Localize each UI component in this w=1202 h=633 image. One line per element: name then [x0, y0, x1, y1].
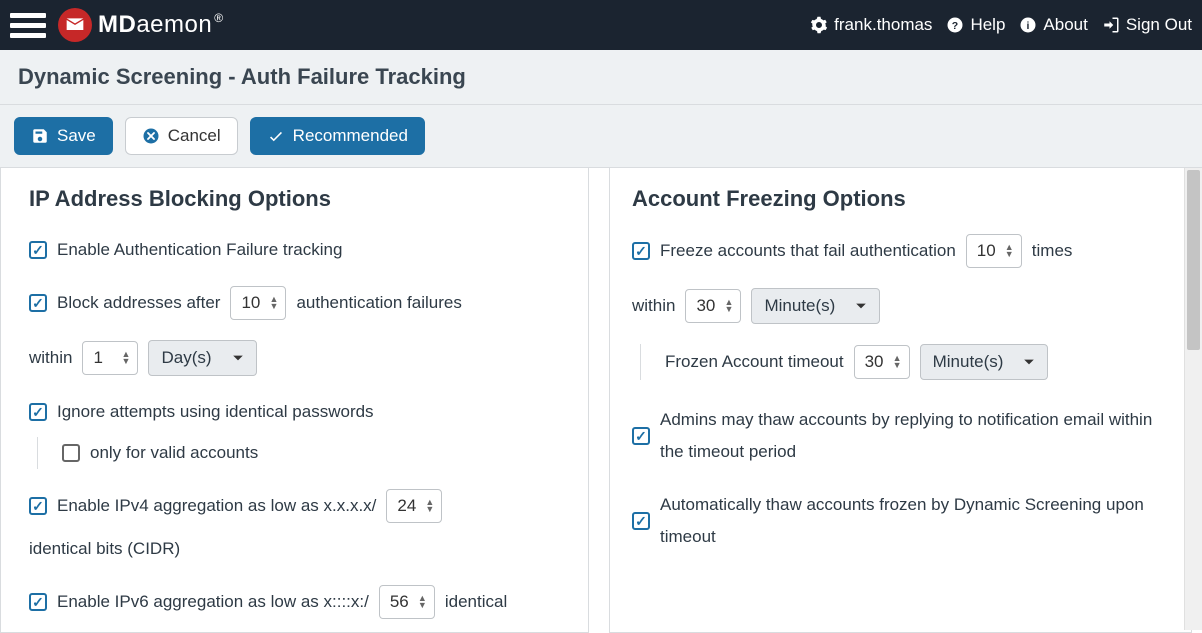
account-freezing-panel: Account Freezing Options Freeze accounts… [609, 168, 1192, 633]
page-title: Dynamic Screening - Auth Failure Trackin… [0, 50, 1202, 105]
ipv4-bits-input[interactable]: 24 ▲▼ [386, 489, 442, 523]
freeze-within-input[interactable]: 30 ▲▼ [685, 289, 741, 323]
freeze-within-unit-select[interactable]: Minute(s) [751, 288, 880, 324]
help-link[interactable]: ? Help [946, 15, 1005, 35]
signout-link[interactable]: Sign Out [1102, 15, 1192, 35]
within-unit-select[interactable]: Day(s) [148, 340, 256, 376]
ignore-identical-checkbox[interactable] [29, 403, 47, 421]
ipv4-agg-checkbox[interactable] [29, 497, 47, 515]
about-link[interactable]: i About [1019, 15, 1087, 35]
enable-tracking-checkbox[interactable] [29, 241, 47, 259]
enable-tracking-label: Enable Authentication Failure tracking [57, 234, 342, 266]
ipv6-bits-input[interactable]: 56 ▲▼ [379, 585, 435, 619]
cancel-icon [142, 127, 160, 145]
ipv6-agg-checkbox[interactable] [29, 593, 47, 611]
toolbar: Save Cancel Recommended [0, 105, 1202, 168]
menu-icon[interactable] [10, 7, 46, 43]
chevron-down-icon [1023, 356, 1035, 368]
gears-icon [810, 16, 828, 34]
freeze-count-input[interactable]: 10 ▲▼ [966, 234, 1022, 268]
info-icon: i [1019, 16, 1037, 34]
ip-blocking-panel: IP Address Blocking Options Enable Authe… [0, 168, 589, 633]
brand-text: MDaemon® [98, 11, 224, 39]
app-logo[interactable]: MDaemon® [58, 8, 224, 42]
help-icon: ? [946, 16, 964, 34]
ip-blocking-title: IP Address Blocking Options [29, 186, 568, 212]
scrollbar[interactable] [1184, 168, 1202, 630]
freeze-accounts-checkbox[interactable] [632, 242, 650, 260]
user-menu[interactable]: frank.thomas [810, 15, 932, 35]
svg-text:?: ? [952, 20, 958, 32]
check-icon [267, 127, 285, 145]
timeout-value-input[interactable]: 30 ▲▼ [854, 345, 910, 379]
cancel-button[interactable]: Cancel [125, 117, 238, 155]
auto-thaw-checkbox[interactable] [632, 512, 650, 530]
chevron-down-icon [232, 352, 244, 364]
envelope-icon [58, 8, 92, 42]
save-icon [31, 127, 49, 145]
account-freezing-title: Account Freezing Options [632, 186, 1171, 212]
svg-text:i: i [1027, 20, 1030, 32]
scrollbar-thumb[interactable] [1187, 170, 1200, 350]
only-valid-checkbox[interactable] [62, 444, 80, 462]
save-button[interactable]: Save [14, 117, 113, 155]
recommended-button[interactable]: Recommended [250, 117, 425, 155]
within-value-input[interactable]: 1 ▲▼ [82, 341, 138, 375]
admins-thaw-checkbox[interactable] [632, 427, 650, 445]
block-after-checkbox[interactable] [29, 294, 47, 312]
block-after-input[interactable]: 10 ▲▼ [230, 286, 286, 320]
timeout-unit-select[interactable]: Minute(s) [920, 344, 1049, 380]
signout-icon [1102, 16, 1120, 34]
chevron-down-icon [855, 300, 867, 312]
top-bar: MDaemon® frank.thomas ? Help i About Sig… [0, 0, 1202, 50]
